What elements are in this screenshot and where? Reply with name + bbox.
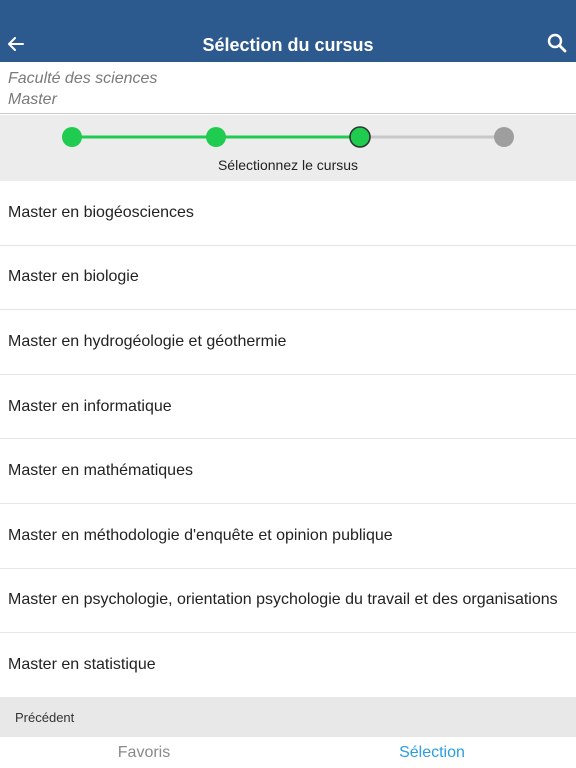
stepper-dot — [494, 127, 514, 147]
app-header: Sélection du cursus — [0, 0, 576, 62]
program-item[interactable]: Master en informatique — [0, 374, 576, 440]
program-item[interactable]: Master en biogéosciences — [0, 181, 576, 246]
breadcrumb: Faculté des sciences Master — [0, 62, 576, 114]
program-item[interactable]: Master en méthodologie d'enquête et opin… — [0, 503, 576, 569]
stepper-dot — [62, 127, 82, 147]
stepper-dot — [349, 126, 371, 148]
stepper-label: Sélectionnez le cursus — [217, 157, 359, 173]
stepper-dot — [206, 127, 226, 147]
program-item[interactable]: Master en statistique — [0, 633, 576, 698]
program-item[interactable]: Master en psychologie, orientation psych… — [0, 568, 576, 634]
tab-selection[interactable]: Sélection — [288, 737, 576, 768]
previous-label: Précédent — [15, 709, 75, 725]
tab-favoris-label: Favoris — [117, 743, 171, 761]
search-icon[interactable] — [546, 32, 568, 54]
program-list: Master en biogéosciences Master en biolog… — [0, 181, 576, 698]
program-item[interactable]: Master en mathématiques — [0, 439, 576, 504]
breadcrumb-level: Master — [8, 91, 57, 108]
program-item[interactable]: Master en hydrogéologie et géothermie — [0, 310, 576, 375]
stepper-track — [62, 126, 514, 148]
breadcrumb-faculty: Faculté des sciences — [8, 70, 158, 87]
tab-bar: Favoris Sélection — [0, 737, 576, 768]
program-item[interactable]: Master en biologie — [0, 245, 576, 311]
previous-button[interactable]: Précédent — [0, 697, 576, 737]
tab-favoris[interactable]: Favoris — [0, 737, 288, 768]
page-title: Sélection du cursus — [202, 35, 374, 55]
progress-stepper: Sélectionnez le cursus — [0, 115, 576, 181]
tab-selection-label: Sélection — [399, 743, 465, 761]
